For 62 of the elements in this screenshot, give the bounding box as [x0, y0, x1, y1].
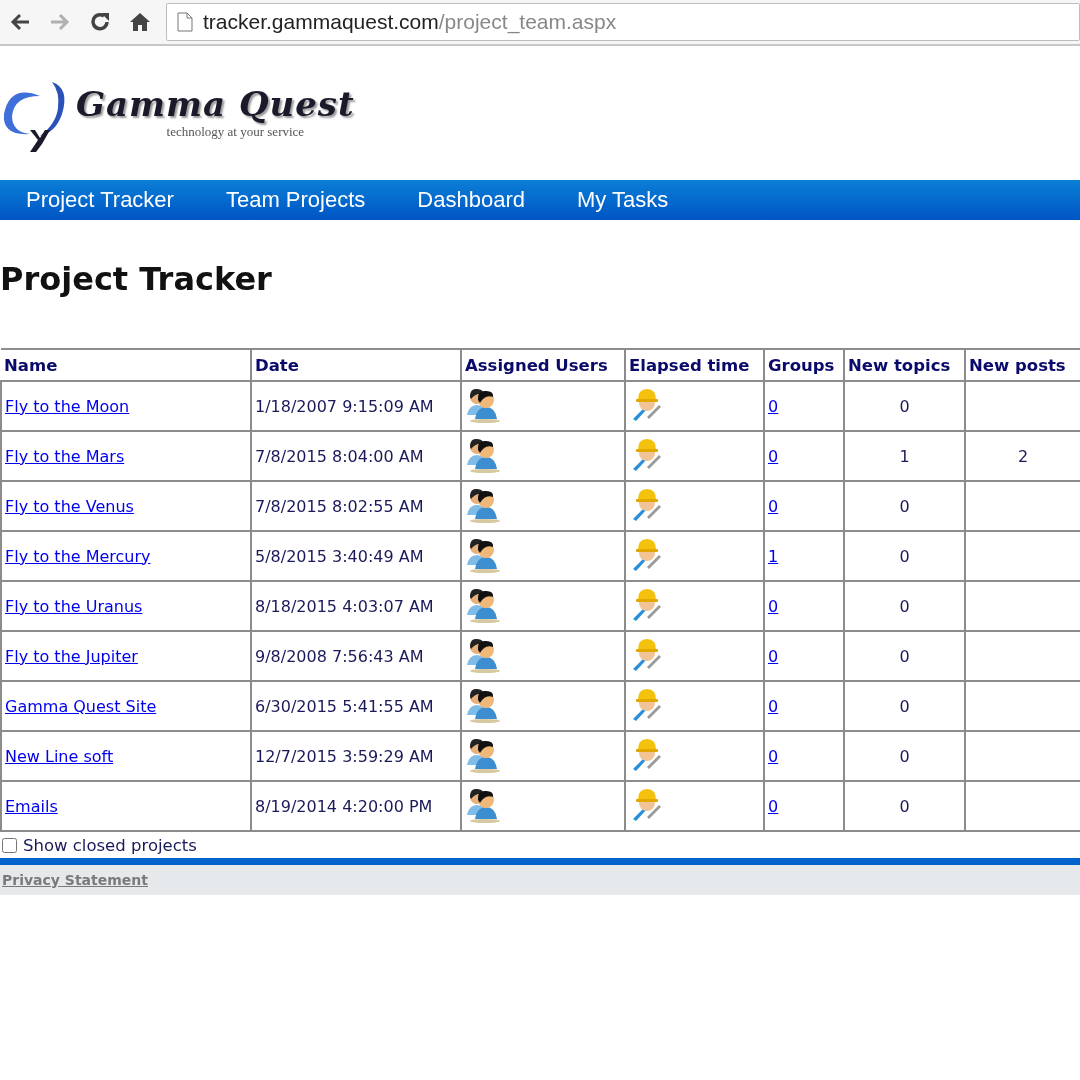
- column-header: New posts: [965, 349, 1080, 381]
- project-link[interactable]: Fly to the Venus: [5, 496, 134, 516]
- date-text: 1/18/2007 9:15:09 AM: [255, 396, 434, 416]
- groups-link[interactable]: 0: [768, 696, 779, 716]
- logo-name: Gamma Quest: [76, 84, 355, 124]
- topics-count: 0: [899, 696, 910, 716]
- date-text: 9/8/2008 7:56:43 AM: [255, 646, 424, 666]
- url-path: /project_team.aspx: [438, 10, 617, 34]
- project-link[interactable]: Emails: [5, 796, 58, 816]
- date-text: 6/30/2015 5:41:55 AM: [255, 696, 434, 716]
- forward-arrow-icon: [49, 12, 71, 32]
- project-link[interactable]: Fly to the Uranus: [5, 596, 143, 616]
- show-closed-checkbox[interactable]: [2, 837, 17, 853]
- column-header: New topics: [844, 349, 965, 381]
- date-text: 7/8/2015 8:04:00 AM: [255, 446, 424, 466]
- groups-link[interactable]: 0: [768, 796, 779, 816]
- nav-link[interactable]: My Tasks: [550, 187, 695, 213]
- groups-link[interactable]: 0: [768, 646, 779, 666]
- project-link[interactable]: New Line soft: [5, 746, 114, 766]
- column-header: Groups: [764, 349, 844, 381]
- groups-link[interactable]: 0: [768, 496, 779, 516]
- privacy-link[interactable]: Privacy Statement: [2, 872, 148, 888]
- page-title: Project Tracker: [0, 260, 273, 298]
- home-icon: [129, 11, 151, 33]
- logo-tagline: technology at your service: [166, 124, 305, 140]
- project-link[interactable]: Fly to the Mars: [5, 446, 125, 466]
- groups-link[interactable]: 0: [768, 396, 779, 416]
- topics-count: 0: [899, 646, 910, 666]
- page-icon: [177, 12, 193, 32]
- column-header: Name: [1, 349, 251, 381]
- date-text: 8/18/2015 4:03:07 AM: [255, 596, 434, 616]
- date-text: 7/8/2015 8:02:55 AM: [255, 496, 424, 516]
- topics-count: 0: [899, 546, 910, 566]
- reload-icon: [89, 11, 111, 33]
- project-link[interactable]: Fly to the Moon: [5, 396, 130, 416]
- address-bar[interactable]: tracker.gammaquest.com/project_team.aspx: [166, 3, 1080, 41]
- url-host: tracker.gammaquest.com: [203, 10, 439, 33]
- date-text: 5/8/2015 3:40:49 AM: [255, 546, 424, 566]
- topics-count: 0: [899, 746, 910, 766]
- checkbox-label: Show closed projects: [23, 835, 197, 855]
- posts-count: 2: [1017, 446, 1029, 466]
- project-link[interactable]: Gamma Quest Site: [5, 696, 157, 716]
- column-header: Assigned Users: [461, 349, 625, 381]
- groups-link[interactable]: 0: [768, 746, 779, 766]
- nav-link[interactable]: Project Tracker: [0, 187, 200, 213]
- groups-link[interactable]: 0: [768, 446, 779, 466]
- project-link[interactable]: Fly to the Mercury: [5, 546, 151, 566]
- column-header: Elapsed time: [625, 349, 764, 381]
- groups-link[interactable]: 0: [768, 596, 779, 616]
- nav-link[interactable]: Dashboard: [391, 187, 551, 213]
- nav-link[interactable]: Team Projects: [199, 187, 392, 213]
- column-header: Date: [251, 349, 461, 381]
- topics-count: 0: [899, 796, 910, 816]
- groups-link[interactable]: 1: [768, 546, 779, 566]
- topics-count: 0: [899, 596, 910, 616]
- topics-count: 1: [899, 446, 910, 466]
- date-text: 12/7/2015 3:59:29 AM: [255, 746, 434, 766]
- back-arrow-icon: [9, 12, 31, 32]
- topics-count: 0: [899, 396, 910, 416]
- project-link[interactable]: Fly to the Jupiter: [5, 646, 138, 666]
- topics-count: 0: [899, 496, 910, 516]
- date-text: 8/19/2014 4:20:00 PM: [255, 796, 433, 816]
